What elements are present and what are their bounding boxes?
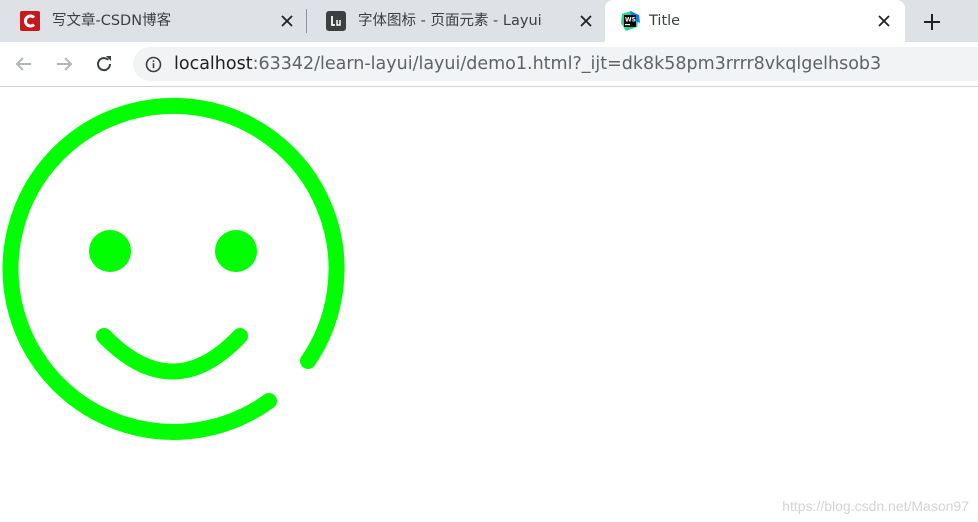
smile-face-outline	[2, 97, 345, 440]
info-icon[interactable]	[145, 56, 162, 73]
page-content: https://blog.csdn.net/Mason97	[0, 87, 978, 522]
tab-layui[interactable]: 字体图标 - 页面元素 - Layui	[306, 0, 606, 42]
back-arrow-icon[interactable]	[13, 53, 35, 75]
smile-mouth	[96, 328, 248, 380]
tab-title: 写文章-CSDN博客	[52, 13, 172, 29]
close-icon[interactable]	[278, 12, 296, 30]
browser-window: 写文章-CSDN博客 字体图标 - 页面元素 - Layui WS Title …	[0, 0, 978, 522]
csdn-icon	[20, 11, 40, 31]
browser-toolbar: localhost:63342/learn-layui/layui/demo1.…	[0, 42, 978, 87]
address-bar[interactable]: localhost:63342/learn-layui/layui/demo1.…	[133, 47, 978, 81]
tab-title-active[interactable]: WS Title	[605, 0, 905, 42]
url-text: localhost:63342/learn-layui/layui/demo1.…	[174, 54, 881, 74]
reload-icon[interactable]	[93, 53, 115, 75]
svg-text:WS: WS	[625, 17, 636, 24]
watermark: https://blog.csdn.net/Mason97	[782, 498, 969, 514]
webstorm-icon: WS	[621, 11, 640, 31]
url-host: localhost	[174, 54, 253, 74]
close-icon[interactable]	[577, 12, 595, 30]
forward-arrow-icon[interactable]	[53, 53, 75, 75]
new-tab-plus-icon[interactable]	[920, 10, 944, 34]
smile-icon	[2, 97, 345, 440]
smile-right-eye	[215, 230, 257, 272]
layui-icon	[326, 11, 346, 31]
close-icon[interactable]	[875, 12, 893, 30]
url-path: :63342/learn-layui/layui/demo1.html?_ijt…	[252, 54, 882, 74]
smile-left-eye	[89, 230, 131, 272]
tab-title: Title	[649, 13, 681, 29]
tab-strip: 写文章-CSDN博客 字体图标 - 页面元素 - Layui WS Title	[0, 0, 978, 42]
tab-title: 字体图标 - 页面元素 - Layui	[358, 13, 542, 29]
tab-csdn[interactable]: 写文章-CSDN博客	[0, 0, 305, 42]
